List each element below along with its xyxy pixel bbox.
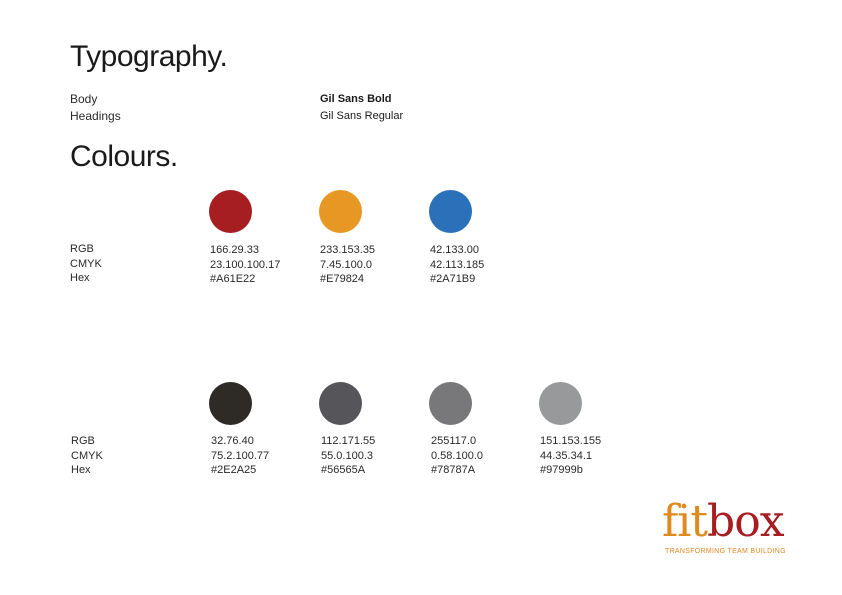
colour-values: 166.29.33 23.100.100.17 #A61E22 [210, 243, 280, 287]
rgb-value: 166.29.33 [210, 244, 259, 256]
colour-card-blue: 42.133.00 42.113.185 #2A71B9 [429, 190, 484, 287]
cmyk-value: 44.35.34.1 [540, 449, 592, 462]
colour-values: 32.76.40 75.2.100.77 #2E2A25 [211, 434, 269, 478]
label-cmyk: CMYK [70, 257, 102, 270]
colour-card-red: 166.29.33 23.100.100.17 #A61E22 [209, 190, 280, 287]
cmyk-value: 7.45.100.0 [320, 258, 372, 271]
colour-values: 151.153.155 44.35.34.1 #97999b [540, 434, 601, 478]
colour-values: 42.133.00 42.113.185 #2A71B9 [430, 243, 484, 287]
colour-card-mid-grey: 255117.0 0.58.100.0 #78787A [429, 382, 483, 478]
label-hex: Hex [70, 272, 90, 284]
hex-value: #56565A [321, 464, 366, 476]
rgb-value: 151.153.155 [540, 435, 602, 447]
cmyk-value: 55.0.100.3 [321, 449, 373, 462]
typography-font-body: Gil Sans Bold [320, 93, 392, 105]
hex-value: #2A71B9 [430, 273, 476, 285]
typography-label-headings: Headings [70, 109, 121, 123]
colour-values: 112.171.55 55.0.100.3 #56565A [321, 434, 375, 478]
colour-card-dark-grey: 112.171.55 55.0.100.3 #56565A [319, 382, 375, 478]
hex-value: #97999b [540, 464, 583, 476]
colour-card-light-grey: 151.153.155 44.35.34.1 #97999b [539, 382, 601, 478]
swatch-red [209, 190, 252, 233]
rgb-value: 42.133.00 [430, 244, 479, 256]
swatch-blue [429, 190, 472, 233]
rgb-value: 255117.0 [431, 435, 477, 447]
typography-font-headings: Gil Sans Regular [320, 110, 404, 122]
label-hex: Hex [71, 464, 91, 476]
label-rgb: RGB [71, 435, 95, 447]
swatch-dark-grey [319, 382, 362, 425]
cmyk-value: 23.100.100.17 [210, 258, 281, 271]
colour-card-orange: 233.153.35 7.45.100.0 #E79824 [319, 190, 375, 287]
swatch-mid-grey [429, 382, 472, 425]
cmyk-value: 75.2.100.77 [211, 449, 270, 462]
cmyk-value: 42.113.185 [430, 258, 485, 271]
cmyk-value: 0.58.100.0 [431, 449, 483, 462]
hex-value: #78787A [431, 464, 476, 476]
typography-heading: Typography. [70, 40, 228, 73]
swatch-charcoal [209, 382, 252, 425]
hex-value: #E79824 [320, 273, 365, 285]
logo-box: box [707, 496, 784, 547]
colour-card-charcoal: 32.76.40 75.2.100.77 #2E2A25 [209, 382, 269, 478]
rgb-value: 32.76.40 [211, 435, 254, 447]
logo-tagline: TRANSFORMING TEAM BUILDING [665, 548, 786, 555]
logo-fit: fit [662, 496, 708, 547]
rgb-value: 233.153.35 [320, 244, 376, 256]
hex-value: #A61E22 [210, 273, 256, 285]
colour-values: 255117.0 0.58.100.0 #78787A [431, 434, 483, 478]
label-cmyk: CMYK [71, 449, 103, 462]
hex-value: #2E2A25 [211, 464, 257, 476]
swatch-light-grey [539, 382, 582, 425]
row-labels-secondary: RGB CMYK Hex [71, 434, 103, 478]
colours-heading: Colours. [70, 140, 178, 173]
row-labels-primary: RGB CMYK Hex [70, 242, 102, 286]
label-rgb: RGB [70, 243, 94, 255]
swatch-orange [319, 190, 362, 233]
rgb-value: 112.171.55 [321, 435, 376, 447]
fitbox-logo: fitbox TRANSFORMING TEAM BUILDING [662, 500, 812, 560]
typography-label-body: Body [70, 92, 98, 106]
logo-wordmark: fitbox [662, 500, 785, 544]
colour-values: 233.153.35 7.45.100.0 #E79824 [320, 243, 375, 287]
